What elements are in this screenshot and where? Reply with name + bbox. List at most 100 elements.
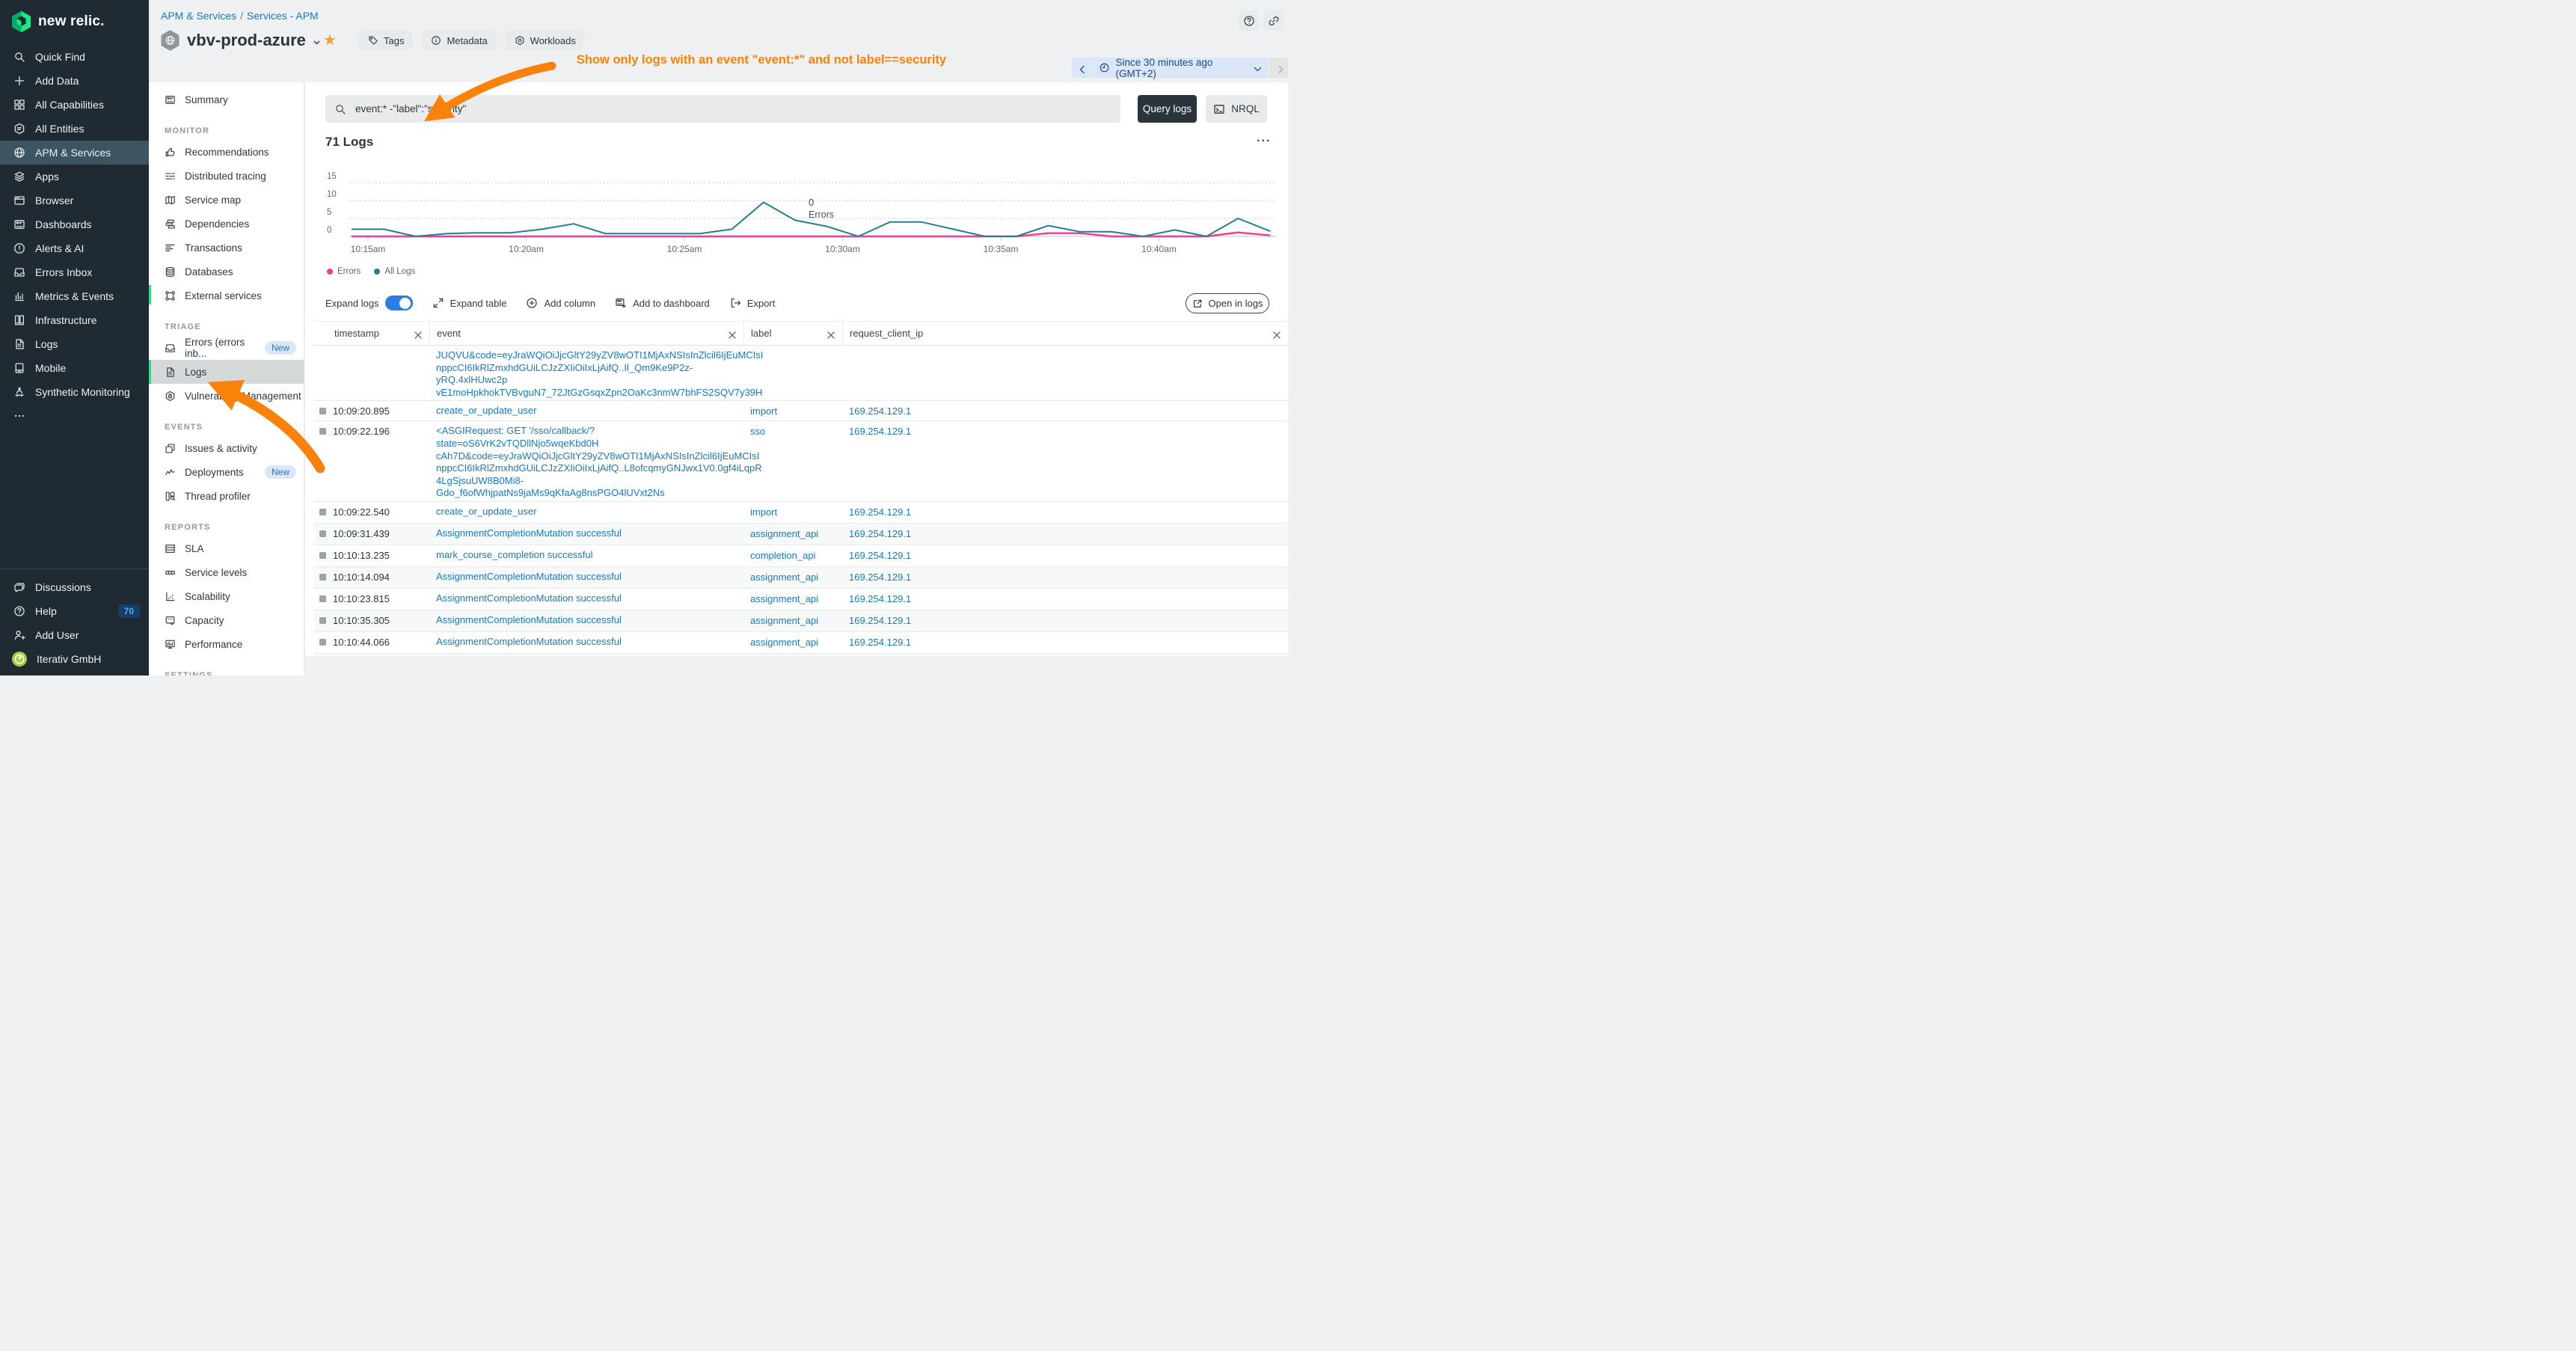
- log-row[interactable]: 10:10:13.235mark_course_completion succe…: [314, 545, 1288, 567]
- subnav-item-performance[interactable]: Performance: [149, 632, 304, 656]
- column-header-request-client-ip[interactable]: request_client_ip: [842, 322, 1288, 345]
- sidebar-item-synthetic-monitoring[interactable]: Synthetic Monitoring: [0, 380, 149, 404]
- event-link[interactable]: AssignmentCompletionMutation successful: [436, 592, 737, 605]
- label-link[interactable]: import: [750, 506, 777, 518]
- row-square-icon[interactable]: [319, 509, 326, 515]
- log-row[interactable]: 10:09:20.895create_or_update_userimport1…: [314, 401, 1288, 421]
- event-link[interactable]: cAh7D&code=eyJraWQiOiJjcGltY29yZV8wOTI1M…: [436, 450, 737, 463]
- sidebar-item-dashboards[interactable]: Dashboards: [0, 212, 149, 236]
- subnav-item-service-levels[interactable]: Service levels: [149, 560, 304, 584]
- ip-link[interactable]: 169.254.129.1: [849, 615, 911, 626]
- breadcrumb-services-apm[interactable]: Services - APM: [247, 10, 319, 22]
- add-column-button[interactable]: Add column: [526, 297, 595, 309]
- subnav-item-deployments[interactable]: DeploymentsNew: [149, 460, 304, 484]
- log-query-bar[interactable]: [325, 95, 1120, 123]
- label-link[interactable]: assignment_api: [750, 593, 818, 604]
- remove-column-icon[interactable]: [1271, 329, 1280, 338]
- sidebar-item-all-capabilities[interactable]: All Capabilities: [0, 93, 149, 117]
- open-in-logs-button[interactable]: Open in logs: [1186, 293, 1269, 313]
- copy-link-button[interactable]: [1263, 10, 1284, 31]
- log-query-input[interactable]: [354, 102, 1091, 115]
- log-row[interactable]: 10:10:23.815AssignmentCompletionMutation…: [314, 589, 1288, 610]
- event-link[interactable]: nppcCI6IkRlZmxhdGUiLCJzZXIiOiIxLjAifQ..L…: [436, 462, 737, 475]
- ip-link[interactable]: 169.254.129.1: [849, 550, 911, 561]
- log-row[interactable]: 10:10:35.305AssignmentCompletionMutation…: [314, 610, 1288, 632]
- metadata-button[interactable]: Metadata: [422, 31, 496, 50]
- event-link[interactable]: AssignmentCompletionMutation successful: [436, 571, 737, 583]
- sidebar-item-mobile[interactable]: Mobile: [0, 356, 149, 380]
- event-link[interactable]: create_or_update_user: [436, 405, 737, 417]
- time-forward-button[interactable]: [1269, 58, 1288, 78]
- toggle-on-icon[interactable]: [385, 295, 413, 310]
- legend-all-logs[interactable]: All Logs: [374, 267, 415, 276]
- favorite-star-icon[interactable]: ★: [323, 31, 337, 49]
- subnav-item-scalability[interactable]: Scalability: [149, 584, 304, 608]
- sidebar-item-apps[interactable]: Apps: [0, 165, 149, 189]
- panel-overflow-menu[interactable]: ...: [1257, 132, 1271, 145]
- sidebar-footer-help[interactable]: Help70: [0, 599, 149, 623]
- row-square-icon[interactable]: [319, 408, 326, 414]
- add-to-dashboard-button[interactable]: Add to dashboard: [615, 297, 710, 309]
- event-link[interactable]: mark_course_completion successful: [436, 549, 737, 562]
- log-row[interactable]: 10:09:31.439AssignmentCompletionMutation…: [314, 524, 1288, 545]
- time-range-button[interactable]: Since 30 minutes ago (GMT+2): [1091, 58, 1269, 78]
- expand-logs-toggle[interactable]: Expand logs: [325, 295, 413, 310]
- event-link[interactable]: 4LgSjsuUW8B0Mi8-Gdo_f6ofWhjpatNs9jaMs9qK…: [436, 475, 737, 500]
- label-link[interactable]: import: [750, 405, 777, 417]
- sidebar-footer-add-user[interactable]: Add User: [0, 623, 149, 647]
- row-square-icon[interactable]: [319, 530, 326, 537]
- row-square-icon[interactable]: [319, 574, 326, 580]
- sidebar-footer-discussions[interactable]: Discussions: [0, 575, 149, 599]
- sidebar-item-more[interactable]: [0, 404, 149, 428]
- log-row[interactable]: 10:09:22.196<ASGIRequest: GET '/sso/call…: [314, 421, 1288, 502]
- column-header-event[interactable]: event: [429, 322, 743, 345]
- ip-link[interactable]: 169.254.129.1: [849, 405, 911, 417]
- label-link[interactable]: sso: [750, 426, 765, 437]
- sidebar-item-alerts-ai[interactable]: Alerts & AI: [0, 236, 149, 260]
- ip-link[interactable]: 169.254.129.1: [849, 572, 911, 583]
- subnav-item-thread-profiler[interactable]: Thread profiler: [149, 484, 304, 508]
- ip-link[interactable]: 169.254.129.1: [849, 426, 911, 437]
- export-button[interactable]: Export: [729, 297, 776, 309]
- sidebar-item-add-data[interactable]: Add Data: [0, 69, 149, 93]
- log-row[interactable]: 10:10:14.094AssignmentCompletionMutation…: [314, 567, 1288, 589]
- sidebar-item-logs[interactable]: Logs: [0, 332, 149, 356]
- subnav-item-errors-errors-inb[interactable]: Errors (errors inb...New: [149, 336, 304, 360]
- subnav-item-vulnerability-management[interactable]: Vulnerability Management: [149, 384, 304, 408]
- event-link[interactable]: JUQVU&code=eyJraWQiOiJjcGltY29yZV8wOTI1M…: [436, 349, 737, 362]
- time-back-button[interactable]: [1072, 58, 1091, 78]
- event-link[interactable]: AssignmentCompletionMutation successful: [436, 527, 737, 540]
- ip-link[interactable]: 169.254.129.1: [849, 593, 911, 604]
- subnav-item-service-map[interactable]: Service map: [149, 188, 304, 212]
- sidebar-item-infrastructure[interactable]: Infrastructure: [0, 308, 149, 332]
- ip-link[interactable]: 169.254.129.1: [849, 506, 911, 518]
- row-square-icon[interactable]: [319, 639, 326, 646]
- subnav-item-external-services[interactable]: External services: [149, 284, 304, 307]
- subnav-item-transactions[interactable]: Transactions: [149, 236, 304, 260]
- sidebar-item-errors-inbox[interactable]: Errors Inbox: [0, 260, 149, 284]
- subnav-item-sla[interactable]: SLA: [149, 536, 304, 560]
- column-header-timestamp[interactable]: timestamp: [314, 322, 429, 345]
- expand-table-button[interactable]: Expand table: [432, 297, 507, 309]
- row-square-icon[interactable]: [319, 595, 326, 602]
- ip-link[interactable]: 169.254.129.1: [849, 528, 911, 539]
- logs-timeseries-chart[interactable]: 05101510:15am10:20am10:25am10:30am10:35a…: [325, 168, 1283, 266]
- subnav-item-capacity[interactable]: Capacity: [149, 608, 304, 632]
- subnav-item-issues-activity[interactable]: Issues & activity: [149, 436, 304, 460]
- sidebar-item-all-entities[interactable]: All Entities: [0, 117, 149, 141]
- sidebar-footer-iterativ-gmbh[interactable]: Iterativ GmbH: [0, 647, 149, 671]
- chevron-down-icon[interactable]: [312, 37, 322, 47]
- ip-link[interactable]: 169.254.129.1: [849, 637, 911, 648]
- label-link[interactable]: assignment_api: [750, 572, 818, 583]
- sidebar-item-quick-find[interactable]: Quick Find: [0, 45, 149, 69]
- log-row[interactable]: 10:09:22.540create_or_update_userimport1…: [314, 502, 1288, 524]
- row-square-icon[interactable]: [319, 617, 326, 624]
- event-link[interactable]: <ASGIRequest: GET '/sso/callback/?state=…: [436, 425, 737, 450]
- breadcrumb-apm-services[interactable]: APM & Services: [161, 10, 236, 22]
- sidebar-scrollbar[interactable]: [149, 285, 151, 304]
- subnav-item-logs[interactable]: Logs: [149, 360, 304, 384]
- nrql-button[interactable]: NRQL: [1206, 95, 1267, 123]
- label-link[interactable]: assignment_api: [750, 615, 818, 626]
- entity-title[interactable]: vbv-prod-azure: [187, 31, 322, 50]
- remove-column-icon[interactable]: [726, 329, 735, 338]
